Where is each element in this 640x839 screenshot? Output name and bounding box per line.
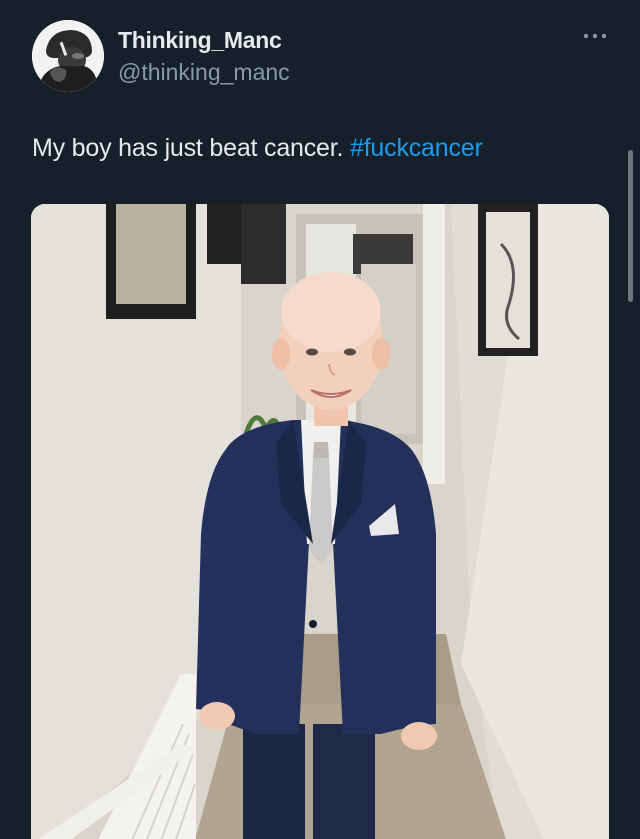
ellipsis-icon <box>583 33 607 39</box>
author-handle[interactable]: @thinking_manc <box>118 59 290 86</box>
tweet-text-main: My boy has just beat cancer. <box>32 134 350 162</box>
photo-image <box>31 204 609 839</box>
avatar-image <box>32 20 104 92</box>
tweet: Thinking_Manc @thinking_manc My boy has … <box>0 0 640 839</box>
hashtag-link[interactable]: #fuckcancer <box>350 134 483 162</box>
tweet-text: My boy has just beat cancer. #fuckcancer <box>32 134 483 163</box>
author-avatar[interactable] <box>32 20 104 92</box>
tweet-photo[interactable] <box>31 204 609 839</box>
more-options-button[interactable] <box>580 26 610 46</box>
scrollbar[interactable] <box>628 150 633 302</box>
author-display-name[interactable]: Thinking_Manc <box>118 27 282 54</box>
